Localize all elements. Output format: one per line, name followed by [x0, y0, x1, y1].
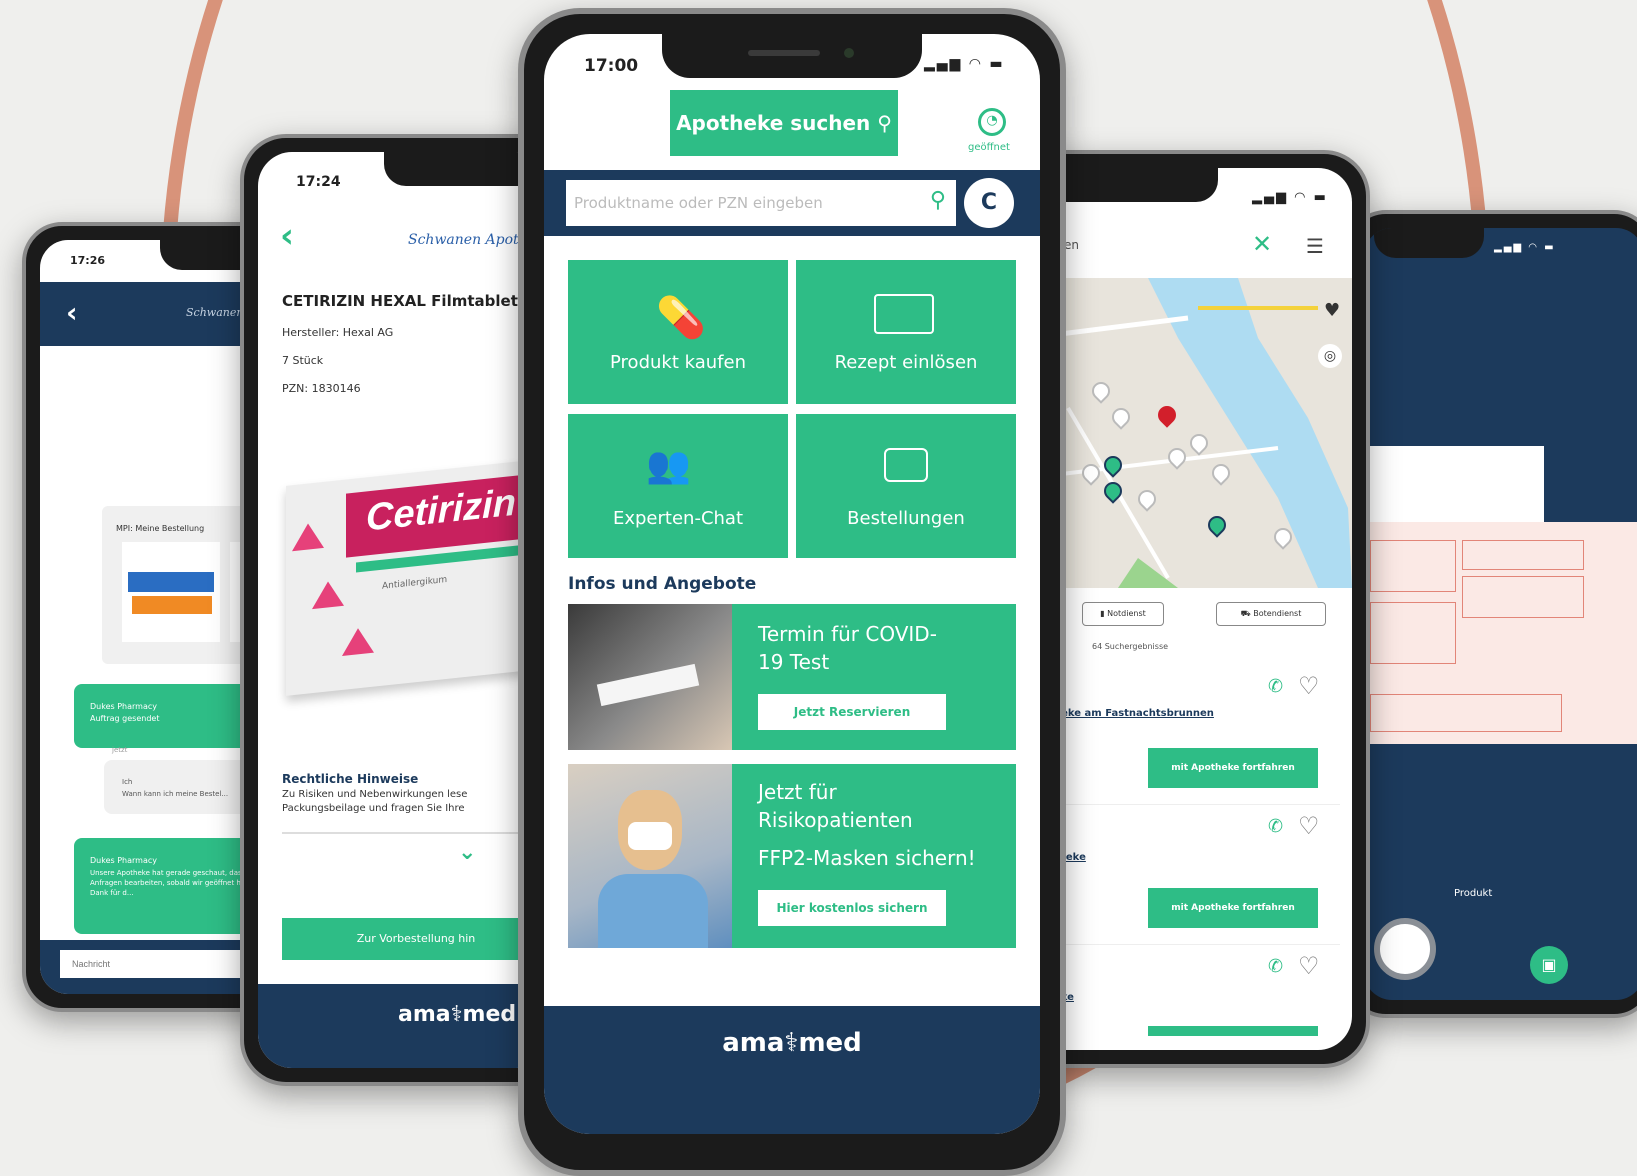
- filter-notdienst[interactable]: ▮ Notdienst: [1082, 602, 1164, 626]
- legal-title: Rechtliche Hinweise: [282, 772, 419, 786]
- product-search-input[interactable]: Produktname oder PZN eingeben: [574, 194, 823, 212]
- free-claim-button[interactable]: Hier kostenlos sichern: [758, 890, 946, 926]
- result-card[interactable]: ✆ ♡ heke am Fastnachtsbrunnen mit Apothe…: [1028, 668, 1340, 805]
- back-chevron-icon[interactable]: ‹: [280, 216, 294, 256]
- prescription-screen: ▂▄▆ ◠ ▬ Produkt ▣: [1364, 228, 1637, 1000]
- amamed-logo: ama⚕med: [722, 1028, 862, 1058]
- quantity: 7 Stück: [282, 354, 324, 367]
- phone-home: 17:00 ▂▄▆ ◠ ▬ Apotheke suchen ⚲ ◔ geöffn…: [518, 8, 1066, 1176]
- status-time: 17:00: [584, 56, 639, 76]
- covid-test-image: [568, 604, 732, 750]
- map-view[interactable]: ♥ ◎: [1028, 278, 1352, 588]
- clock-icon[interactable]: ◔: [978, 108, 1006, 136]
- tile-orders[interactable]: Bestellungen: [796, 414, 1016, 558]
- legal-text: Zu Risiken und Nebenwirkungen lese Packu…: [282, 789, 468, 814]
- search-bar-area: Produktname oder PZN eingeben ⚲ C: [544, 170, 1040, 236]
- phone-icon[interactable]: ✆: [1268, 676, 1283, 697]
- white-panel: [1364, 446, 1544, 522]
- amamed-logo: ama⚕med: [398, 1002, 517, 1027]
- pharmacy-logo: Schwanen Apoth: [408, 232, 528, 248]
- pills-icon: 💊: [656, 295, 706, 341]
- back-chevron-icon[interactable]: ‹: [66, 296, 78, 329]
- phone-icon[interactable]: ✆: [1268, 816, 1283, 837]
- results-count: 64 Suchergebnisse: [1092, 642, 1169, 651]
- clear-x-icon[interactable]: ✕: [1252, 230, 1272, 258]
- product-title: CETIRIZIN HEXAL Filmtablett: [282, 292, 526, 310]
- brand-footer: ama⚕med: [544, 1006, 1040, 1134]
- promo-covid-title: Termin für COVID-19 Test: [758, 622, 937, 674]
- phone-icon[interactable]: ✆: [1268, 956, 1283, 977]
- promo-ffp2-subtitle: FFP2-Masken sichern!: [758, 846, 976, 870]
- expand-chevron-icon[interactable]: ⌄: [458, 840, 476, 865]
- tile-redeem-prescription[interactable]: Rezept einlösen: [796, 260, 1016, 404]
- order-product-image: [122, 542, 220, 642]
- favorite-heart-icon[interactable]: ♡: [1298, 672, 1320, 700]
- open-label: geöffnet: [968, 142, 1010, 153]
- map-locate-icon[interactable]: ◎: [1318, 344, 1342, 368]
- search-icon: ⚲: [877, 111, 892, 135]
- map-heart-icon[interactable]: ♥: [1324, 300, 1340, 321]
- people-chat-icon: 👥: [646, 445, 691, 486]
- shutter-button[interactable]: [1374, 918, 1436, 980]
- status-time: 17:24: [296, 174, 341, 190]
- search-pharmacy-button[interactable]: Apotheke suchen ⚲: [670, 90, 898, 156]
- manufacturer: Hersteller: Hexal AG: [282, 326, 394, 339]
- preorder-button[interactable]: Zur Vorbestellung hin: [282, 918, 550, 960]
- promo-covid[interactable]: Termin für COVID-19 Test Jetzt Reservier…: [568, 604, 1016, 750]
- product-image: Cetirizin Antiallergikum: [286, 458, 550, 696]
- favorite-heart-icon[interactable]: ♡: [1298, 952, 1320, 980]
- mask-woman-image: [568, 764, 732, 948]
- chat-bubble-icon: [884, 448, 928, 482]
- search-text[interactable]: en: [1064, 238, 1079, 252]
- home-screen: 17:00 ▂▄▆ ◠ ▬ Apotheke suchen ⚲ ◔ geöffn…: [544, 34, 1040, 1134]
- continue-button[interactable]: mit Apotheke fortfahren: [1148, 748, 1318, 788]
- gallery-icon[interactable]: ▣: [1530, 946, 1568, 984]
- status-time: 17:26: [70, 254, 106, 267]
- tile-expert-chat[interactable]: 👥 Experten-Chat: [568, 414, 788, 558]
- scan-button[interactable]: C: [964, 178, 1014, 228]
- order-label: MPI: Meine Bestellung: [116, 524, 205, 533]
- search-icon[interactable]: ⚲: [930, 188, 946, 213]
- phone-prescription: ▂▄▆ ◠ ▬ Produkt ▣: [1346, 210, 1637, 1018]
- section-title: Infos und Angebote: [568, 574, 757, 594]
- promo-ffp2-title: Jetzt für Risikopatienten: [758, 780, 913, 832]
- product-label: Produkt: [1454, 888, 1493, 899]
- map-screen: ▂▄▆ ◠ ▬ en ✕ ☰ ♥ ◎ ▮ Notdienst ⛟ Botendi…: [1028, 168, 1352, 1050]
- favorite-heart-icon[interactable]: ♡: [1298, 812, 1320, 840]
- filter-botendienst[interactable]: ⛟ Botendienst: [1216, 602, 1326, 626]
- product-search-field[interactable]: Produktname oder PZN eingeben ⚲: [566, 180, 956, 226]
- prescription-form: [1364, 522, 1637, 744]
- result-card[interactable]: ✆ ♡ theke mit Apotheke fortfahren: [1028, 808, 1340, 945]
- product-screen: 17:24 ‹ Schwanen Apoth CETIRIZIN HEXAL F…: [258, 152, 550, 1068]
- brand-footer: ama⚕med: [258, 984, 550, 1068]
- reserve-button[interactable]: Jetzt Reservieren: [758, 694, 946, 730]
- pzn: PZN: 1830146: [282, 382, 361, 395]
- card-icon: [874, 294, 934, 334]
- continue-button[interactable]: mit Apotheke fortfahren: [1148, 888, 1318, 928]
- filter-sliders-icon[interactable]: ☰: [1306, 234, 1324, 258]
- result-card[interactable]: ✆ ♡ eke: [1028, 948, 1340, 1048]
- tile-buy-product[interactable]: 💊 Produkt kaufen: [568, 260, 788, 404]
- promo-ffp2[interactable]: Jetzt für Risikopatienten FFP2-Masken si…: [568, 764, 1016, 948]
